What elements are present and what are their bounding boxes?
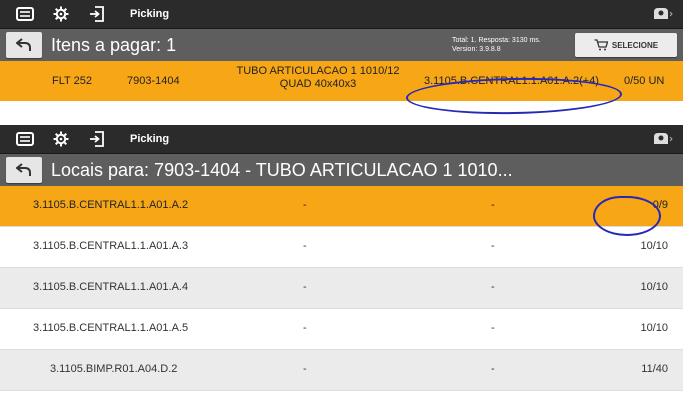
location-col2: - [303,322,307,334]
app-title: Picking [130,8,170,20]
select-button[interactable]: SELECIONE [575,33,677,57]
back-icon [16,38,31,51]
pending-item-row[interactable]: FLT 252 7903-1404 TUBO ARTICULACAO 1 101… [0,61,683,101]
location-col2: - [303,363,307,375]
cart-icon [594,39,608,51]
location-code: 3.1105.B.CENTRAL1.1.A01.A.5 [33,322,189,334]
location-col3: - [491,363,495,375]
profile-icon[interactable] [653,5,673,23]
picking-items-panel: Picking Itens a pagar: 1 Total: 1. Respo… [0,0,683,112]
item-description-line1: TUBO ARTICULACAO 1 1010/12 [236,65,400,77]
logout-icon[interactable] [86,130,108,148]
item-location: 3.1105.B.CENTRAL1.1.A01.A.2(+4) [424,75,599,87]
location-quantity: 11/40 [641,363,668,375]
item-sku: 7903-1404 [127,75,180,87]
menu-icon[interactable] [14,5,36,23]
back-icon [16,163,31,176]
location-col3: - [491,199,495,211]
meta-version: Version: 3.9.8.8 [452,46,501,53]
location-row[interactable]: 3.1105.B.CENTRAL1.1.A01.A.4 - - 10/10 [0,268,683,309]
location-code: 3.1105.B.CENTRAL1.1.A01.A.3 [33,240,189,252]
location-quantity: 0/9 [652,199,668,211]
location-code: 3.1105.B.CENTRAL1.1.A01.A.4 [33,281,189,293]
item-quantity: 0/50 UN [624,75,665,87]
location-quantity: 10/10 [640,240,668,252]
menu-icon[interactable] [14,130,36,148]
meta-total: Total: 1. Resposta: 3130 ms. [452,37,541,44]
location-row[interactable]: 3.1105.B.CENTRAL1.1.A01.A.5 - - 10/10 [0,309,683,350]
back-button[interactable] [6,157,42,183]
back-button[interactable] [6,32,42,58]
items-title: Itens a pagar: 1 [51,34,177,55]
item-code: FLT 252 [52,75,92,87]
location-col3: - [491,322,495,334]
top-app-bar-2: Picking [0,125,683,154]
items-header: Itens a pagar: 1 Total: 1. Resposta: 313… [0,29,683,61]
profile-icon[interactable] [653,130,673,148]
location-col2: - [303,199,307,211]
location-row[interactable]: 3.1105.BIMP.R01.A04.D.2 - - 11/40 [0,350,683,391]
location-col3: - [491,281,495,293]
settings-icon[interactable] [50,5,72,23]
response-meta: Total: 1. Resposta: 3130 ms. Version: 3.… [452,36,541,54]
location-col3: - [491,240,495,252]
location-quantity: 10/10 [640,322,668,334]
location-code: 3.1105.B.CENTRAL1.1.A01.A.2 [33,199,189,211]
location-col2: - [303,240,307,252]
settings-icon[interactable] [50,130,72,148]
locations-title: Locais para: 7903-1404 - TUBO ARTICULACA… [51,159,513,180]
item-description-line2: QUAD 40x40x3 [279,78,357,90]
top-app-bar: Picking [0,0,683,29]
location-row[interactable]: 3.1105.B.CENTRAL1.1.A01.A.2 - - 0/9 [0,186,683,227]
location-row[interactable]: 3.1105.B.CENTRAL1.1.A01.A.3 - - 10/10 [0,227,683,268]
locations-header: Locais para: 7903-1404 - TUBO ARTICULACA… [0,154,683,186]
location-code: 3.1105.BIMP.R01.A04.D.2 [50,363,178,375]
location-col2: - [303,281,307,293]
locations-panel: Picking Locais para: 7903-1404 - TUBO AR… [0,125,683,412]
app-title: Picking [130,133,170,145]
location-quantity: 10/10 [640,281,668,293]
select-button-label: SELECIONE [611,40,659,50]
logout-icon[interactable] [86,5,108,23]
item-description: TUBO ARTICULACAO 1 1010/12 QUAD 40x40x3 [227,65,409,91]
